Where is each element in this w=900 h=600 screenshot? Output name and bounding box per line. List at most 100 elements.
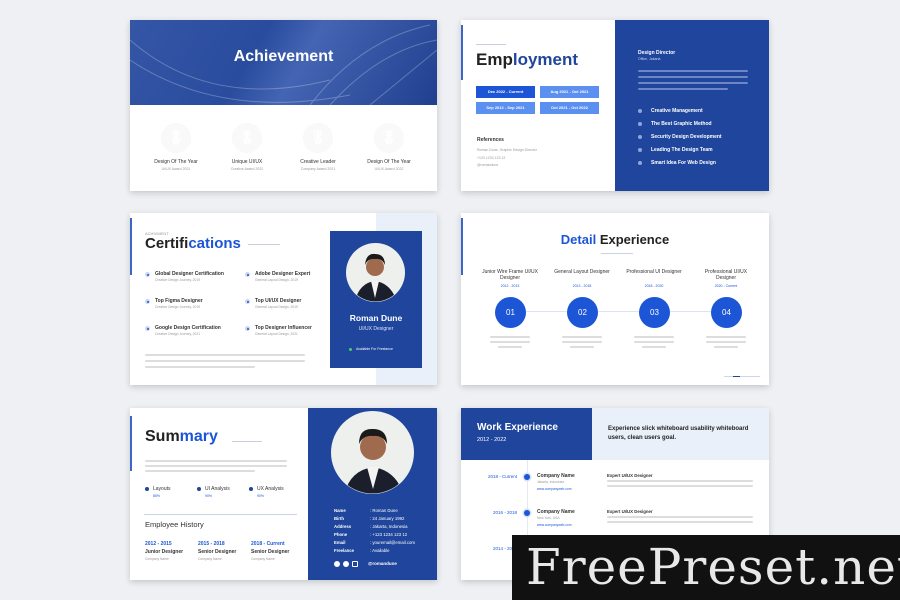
twitter-icon[interactable] bbox=[334, 561, 340, 567]
watermark-logo: FreePreset.net bbox=[512, 535, 900, 600]
profile-value: : +123 1234 123 12 bbox=[370, 532, 408, 537]
title-part: Certifi bbox=[145, 235, 189, 252]
paragraph-line bbox=[607, 521, 753, 523]
reference-line: +123 1234 123 12 bbox=[477, 155, 506, 160]
linkedin-icon[interactable] bbox=[352, 561, 358, 567]
accent-bar bbox=[130, 416, 132, 471]
step-title: General Layout Designer bbox=[554, 269, 610, 275]
profile-key: Address bbox=[334, 524, 352, 529]
slide-certifications[interactable]: ACHIVMENT Certifications Global Designer… bbox=[130, 213, 437, 385]
reference-line: Roman Dune, Graphic Design Director bbox=[477, 148, 537, 152]
paragraph-line bbox=[562, 336, 602, 338]
paragraph-line bbox=[714, 346, 738, 348]
divider bbox=[144, 514, 297, 515]
cert-title: Top Designer Influencer bbox=[255, 325, 312, 331]
paragraph-line bbox=[145, 360, 305, 362]
history-company: Company Name bbox=[145, 557, 169, 561]
date-badge[interactable]: Oct 2021 - Oct 2022 bbox=[540, 102, 599, 114]
slide-title: Detail Experience bbox=[461, 232, 769, 247]
slide-title: Work Experience bbox=[477, 422, 558, 433]
skill-item: Security Design Development bbox=[651, 134, 722, 140]
skill-label: UX Analysis bbox=[257, 486, 284, 492]
slide-achievement[interactable]: Achievement 🎖 Design Of The Year UI/UX Awa… bbox=[130, 20, 437, 191]
profile-role: UI/UX Designer bbox=[358, 326, 394, 332]
divider bbox=[248, 244, 280, 245]
paragraph-line bbox=[706, 336, 746, 338]
cert-bullet-icon bbox=[145, 272, 150, 277]
company-website[interactable]: www.companyweb.com bbox=[537, 487, 571, 491]
step-number: 03 bbox=[639, 297, 670, 328]
profile-value: : Jakarta, Indonesia bbox=[370, 524, 408, 529]
divider bbox=[601, 253, 633, 254]
achievement-label: Unique UI/UX bbox=[231, 159, 263, 165]
status-dot-icon bbox=[349, 348, 352, 351]
cert-sub: Creative Design Journey, 2019 bbox=[155, 305, 201, 309]
step-title: Junior Wire Frame UI/UX Designer bbox=[482, 269, 538, 281]
paragraph-line bbox=[706, 341, 746, 343]
award-icon: 🎖 bbox=[232, 123, 262, 153]
paragraph-line bbox=[145, 354, 305, 356]
divider bbox=[232, 441, 262, 442]
achievement-label: Creative Leader bbox=[300, 159, 336, 165]
skill-label: Layouts bbox=[153, 486, 171, 492]
title-accent: loyment bbox=[512, 50, 579, 69]
facebook-icon[interactable] bbox=[343, 561, 349, 567]
paragraph-line bbox=[570, 346, 594, 348]
profile-value: : 24 January 1992 bbox=[370, 516, 405, 521]
cert-sub: Creative Design Journey, 2021 bbox=[155, 332, 201, 336]
cert-bullet-icon bbox=[245, 272, 250, 277]
skill-item: Smart Idea For Web Design bbox=[651, 160, 716, 166]
profile-key: Phone bbox=[334, 532, 348, 537]
cert-sub: Creative Design Journey, 2019 bbox=[155, 278, 201, 282]
timeline-dot-icon bbox=[524, 474, 530, 480]
step-title: Professional UI Designer bbox=[626, 269, 682, 275]
company-name: Company Name bbox=[537, 473, 575, 479]
paragraph-line bbox=[490, 336, 530, 338]
accent-bar bbox=[130, 218, 132, 275]
cert-sub: General Layout Design, 2019 bbox=[255, 305, 298, 309]
company-website[interactable]: www.companyweb.com bbox=[537, 523, 571, 527]
timeline-line bbox=[511, 311, 726, 312]
job-role: Expert UI/UX Designer bbox=[607, 473, 653, 478]
slide-employment[interactable]: Employment Dec 2022 - Current Aug 2021 - … bbox=[461, 20, 769, 191]
cert-bullet-icon bbox=[145, 326, 150, 331]
title-part: Sum bbox=[145, 428, 180, 445]
achievement-sub: Creative Award 2022 bbox=[230, 167, 264, 171]
history-years: 2018 - Current bbox=[251, 541, 285, 547]
profile-value: : Available bbox=[370, 548, 390, 553]
page-indicator[interactable] bbox=[724, 376, 760, 377]
skill-value: 90% bbox=[205, 494, 213, 498]
company-location: New York, USA bbox=[537, 516, 560, 520]
step-years: 2018 - 2020 bbox=[644, 284, 664, 288]
skill-label: UI Analysis bbox=[205, 486, 230, 492]
paragraph-line bbox=[607, 516, 753, 518]
references-title: References bbox=[477, 137, 504, 143]
achievement-sub: UI/UX Award 2022 bbox=[374, 167, 404, 171]
divider bbox=[476, 44, 506, 45]
work-period: 2018 - Current bbox=[487, 474, 517, 479]
cert-title: Adobe Designer Expert bbox=[255, 271, 311, 277]
tagline-panel: Experience slick whiteboard usability wh… bbox=[592, 408, 769, 460]
social-icons bbox=[334, 561, 358, 567]
title-part: Emp bbox=[476, 50, 513, 69]
history-role: Senior Designer bbox=[198, 549, 237, 555]
slide-summary[interactable]: Summary Layouts 85% UI Analysis 90% UX Analy… bbox=[130, 408, 437, 580]
step-years: 2012 - 2013 bbox=[500, 284, 520, 288]
date-badge[interactable]: Aug 2021 - Oct 2021 bbox=[540, 86, 599, 98]
slide-title: Summary bbox=[145, 428, 218, 446]
company-name: Company Name bbox=[537, 509, 575, 515]
history-role: Senior Designer bbox=[251, 549, 290, 555]
history-role: Junior Designer bbox=[145, 549, 184, 555]
cert-title: Google Design Certification bbox=[155, 325, 221, 331]
bullet-icon bbox=[638, 135, 642, 139]
accent-bar bbox=[461, 25, 463, 80]
history-years: 2012 - 2015 bbox=[145, 541, 172, 547]
work-period: 2014 - 2016 bbox=[492, 546, 517, 551]
profile-value: : Roman Dune bbox=[370, 508, 398, 513]
slide-detail-experience[interactable]: Detail Experience Junior Wire Frame UI/U… bbox=[461, 213, 769, 385]
date-badge[interactable]: Sep 2012 - Sep 2021 bbox=[476, 102, 535, 114]
paragraph-line bbox=[638, 76, 748, 78]
date-badge[interactable]: Dec 2022 - Current bbox=[476, 86, 535, 98]
achievement-label: Design Of The Year bbox=[367, 159, 411, 165]
skill-item: Leading The Design Team bbox=[651, 147, 713, 153]
